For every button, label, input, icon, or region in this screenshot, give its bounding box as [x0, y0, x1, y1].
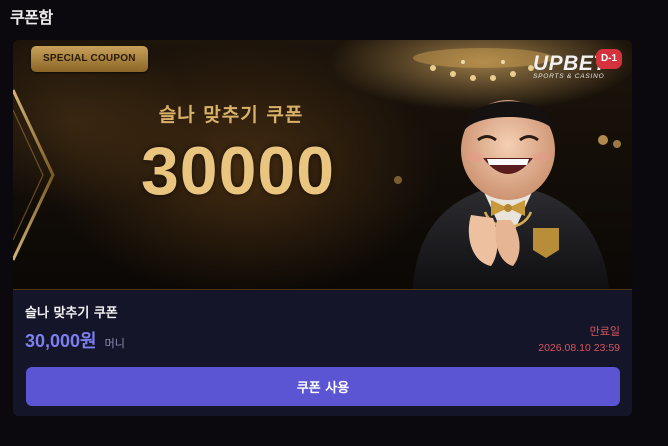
coupon-name: 슬나 맞추기 쿠폰 — [25, 306, 118, 321]
coupon-info: 슬나 맞추기 쿠폰 30,000원 머니 만료일 2026.08.10 23:5… — [13, 290, 632, 416]
banner-amount: 30000 — [140, 133, 336, 209]
coupon-card: SPECIAL COUPON 슬나 맞추기 쿠폰 30000 UPBET SPO… — [13, 40, 632, 416]
banner-subtitle: 슬나 맞추기 쿠폰 — [158, 104, 304, 126]
special-coupon-badge: SPECIAL COUPON — [31, 46, 148, 72]
use-coupon-button[interactable]: 쿠폰 사용 — [26, 367, 620, 406]
brand-logo-sub: SPORTS & CASINO — [533, 73, 605, 80]
coupon-amount-unit: 머니 — [104, 337, 125, 350]
coupon-amount: 30,000원 — [25, 331, 97, 351]
page-title: 쿠폰함 — [10, 8, 53, 27]
expiry-label: 만료일 — [589, 325, 620, 338]
dday-badge: D-1 — [596, 49, 622, 69]
coupon-banner: SPECIAL COUPON 슬나 맞추기 쿠폰 30000 UPBET SPO… — [13, 40, 632, 290]
coupon-amount-row: 30,000원 머니 — [25, 327, 125, 353]
expiry-date: 2026.08.10 23:59 — [538, 342, 620, 354]
